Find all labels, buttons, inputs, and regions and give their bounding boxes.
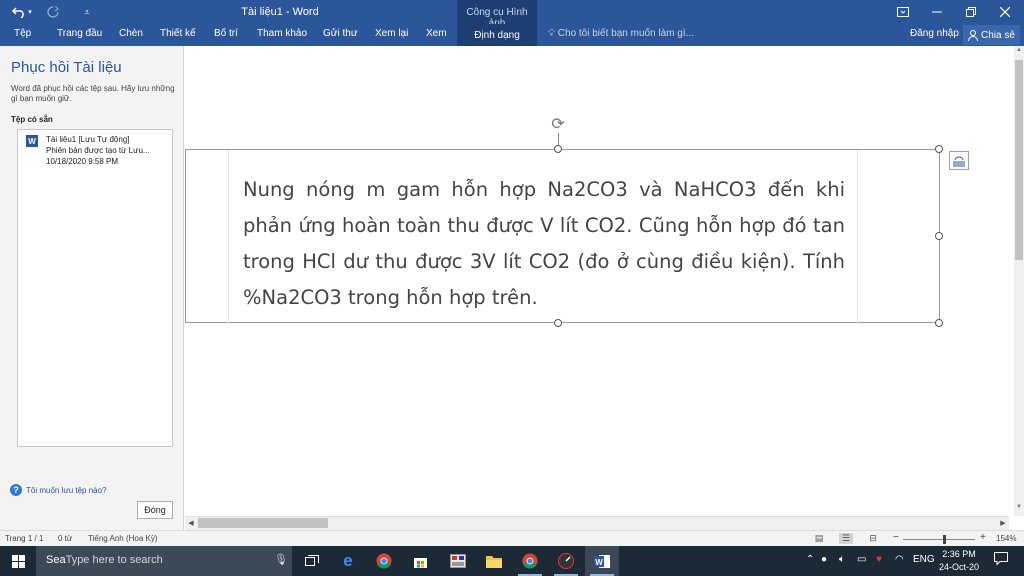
recovered-file-detail: Phiên bản được tạo từ Lưu... <box>46 146 150 155</box>
tell-me-box[interactable]: 💡︎ Cho tôi biết bạn muốn làm gì... <box>548 28 694 39</box>
which-file-help-link[interactable]: ? Tôi muốn lưu tệp nào? <box>10 484 107 496</box>
scroll-left-icon[interactable]: ◀ <box>186 518 196 528</box>
chrome-window-icon[interactable] <box>513 546 547 576</box>
ribbon-display-options-button[interactable] <box>886 0 920 24</box>
edge-browser-icon[interactable]: e <box>331 546 365 576</box>
clock-date: 24-Oct-20 <box>938 562 980 572</box>
tab-review[interactable]: Xem lại <box>375 28 408 39</box>
tab-view[interactable]: Xem <box>426 28 447 39</box>
task-view-icon[interactable] <box>295 546 329 576</box>
recovered-file-date: 10/18/2020 9:58 PM <box>46 157 119 166</box>
svg-text:W: W <box>595 558 603 567</box>
help-icon: ? <box>10 484 22 496</box>
zoom-in-icon[interactable]: + <box>980 532 986 543</box>
page-count[interactable]: Trang 1 / 1 <box>5 534 43 543</box>
recovery-description: Word đã phục hồi các tệp sau. Hãy lưu nh… <box>11 84 175 103</box>
scroll-up-icon[interactable]: ▲ <box>1014 47 1024 57</box>
layout-options-button[interactable] <box>949 151 969 170</box>
notifications-icon[interactable] <box>994 552 1008 568</box>
start-button[interactable] <box>0 546 36 576</box>
search-placeholder: Type here to search <box>65 554 163 566</box>
store-icon[interactable] <box>403 546 437 576</box>
minimize-button[interactable] <box>920 0 954 24</box>
title-bar: ▾ ⩡ Tài liệu1 - Word Công cụ Hình ảnh <box>0 0 1024 46</box>
tab-home[interactable]: Trang đầu <box>57 28 102 39</box>
vertical-scroll-thumb[interactable] <box>1015 60 1023 260</box>
tell-me-placeholder: Cho tôi biết bạn muốn làm gì... <box>557 28 694 39</box>
status-bar: Trang 1 / 1 0 từ Tiếng Anh (Hoa Kỳ) ▤ ☰ … <box>0 530 1024 546</box>
clock[interactable]: 2:36 PM 24-Oct-20 <box>930 548 988 574</box>
tab-layout[interactable]: Bố trí <box>214 28 238 39</box>
rotate-handle-icon[interactable]: ⟳ <box>549 115 567 133</box>
tab-references[interactable]: Tham khảo <box>257 28 307 39</box>
lightbulb-icon: 💡︎ <box>548 28 555 39</box>
volume-icon[interactable]: 🔈︎ <box>839 554 845 565</box>
chrome-icon[interactable] <box>367 546 401 576</box>
network-status-icon[interactable]: ● <box>821 554 827 565</box>
horizontal-scroll-thumb[interactable] <box>198 518 328 528</box>
resize-handle-top[interactable] <box>554 145 562 153</box>
tab-file[interactable]: Tệp <box>14 28 31 39</box>
help-link-label: Tôi muốn lưu tệp nào? <box>26 485 107 495</box>
battery-icon[interactable]: ▭ <box>857 554 866 565</box>
picture-content: Nung nóng m gam hỗn hợp Na2CO3 và NaHCO3… <box>228 150 858 324</box>
word-taskbar-icon[interactable]: W <box>585 546 619 576</box>
windows-logo-icon <box>11 554 25 568</box>
resize-handle-top-right[interactable] <box>935 145 943 153</box>
vivaldi-tray-icon[interactable]: ♥ <box>876 554 882 565</box>
close-recovery-button[interactable]: Đóng <box>137 501 173 519</box>
close-window-button[interactable] <box>988 0 1022 24</box>
document-recovery-pane: Phục hồi Tài liệu Word đã phục hồi các t… <box>0 46 184 530</box>
recovered-files-list: W Tài liệu1 [Lưu Tự động] Phiên bản được… <box>17 129 173 447</box>
zoom-slider[interactable] <box>903 539 975 540</box>
gauge-app-icon[interactable] <box>549 546 583 576</box>
resize-handle-bottom[interactable] <box>554 319 562 327</box>
resize-handle-bottom-right[interactable] <box>935 319 943 327</box>
word-count[interactable]: 0 từ <box>58 534 72 543</box>
recovered-file-name: Tài liệu1 [Lưu Tự động] <box>46 135 130 144</box>
zoom-out-icon[interactable]: − <box>893 532 899 543</box>
file-explorer-icon[interactable] <box>477 546 511 576</box>
word-file-icon: W <box>26 135 38 147</box>
restore-icon <box>966 7 976 17</box>
tab-mailings[interactable]: Gửi thư <box>323 28 358 39</box>
unikey-icon[interactable] <box>441 546 475 576</box>
zoom-level[interactable]: 154% <box>996 534 1016 543</box>
taskbar-search-box[interactable]: SeaType here to search 🎙︎ <box>36 546 292 576</box>
read-mode-icon[interactable]: ▤ <box>812 533 826 544</box>
taskbar-search-text: SeaType here to search <box>46 554 163 566</box>
sign-in-link[interactable]: Đăng nhập <box>910 28 959 39</box>
ribbon-display-icon <box>897 7 909 17</box>
minimize-icon <box>932 11 942 13</box>
tab-insert[interactable]: Chèn <box>119 28 143 39</box>
available-files-label: Tệp có sẵn <box>11 115 53 124</box>
layout-options-icon <box>953 156 965 166</box>
print-layout-icon[interactable]: ☰ <box>839 533 853 544</box>
show-hidden-icons[interactable]: ⌃ <box>806 554 814 565</box>
tab-format[interactable]: Định dạng <box>457 24 537 46</box>
microphone-icon[interactable]: 🎙︎ <box>274 553 288 566</box>
search-typed-text: Sea <box>46 554 66 566</box>
recovered-file-item[interactable]: W Tài liệu1 [Lưu Tự động] Phiên bản được… <box>18 130 172 170</box>
selected-picture[interactable]: Nung nóng m gam hỗn hợp Na2CO3 và NaHCO3… <box>185 149 940 324</box>
tab-design[interactable]: Thiết kế <box>160 28 196 39</box>
share-button[interactable]: Chia sẻ <box>963 25 1020 45</box>
scroll-right-icon[interactable]: ▶ <box>998 518 1008 528</box>
recovery-title: Phục hồi Tài liệu <box>11 59 122 76</box>
language-indicator[interactable]: Tiếng Anh (Hoa Kỳ) <box>88 534 158 543</box>
share-label: Chia sẻ <box>981 29 1015 41</box>
scroll-down-icon[interactable]: ▼ <box>1014 504 1024 514</box>
picture-text: Nung nóng m gam hỗn hợp Na2CO3 và NaHCO3… <box>243 178 845 309</box>
close-icon <box>1000 7 1010 17</box>
clock-time: 2:36 PM <box>942 549 976 559</box>
resize-handle-right[interactable] <box>935 232 943 240</box>
windows-taskbar: SeaType here to search 🎙︎ e W ⌃ ● 🔈︎ ▭ ♥… <box>0 546 1024 576</box>
web-layout-icon[interactable]: ⊟ <box>866 533 880 544</box>
restore-button[interactable] <box>954 0 988 24</box>
person-icon <box>968 29 979 41</box>
zoom-slider-thumb[interactable] <box>943 535 946 544</box>
wifi-icon[interactable]: ◠ <box>895 554 904 565</box>
